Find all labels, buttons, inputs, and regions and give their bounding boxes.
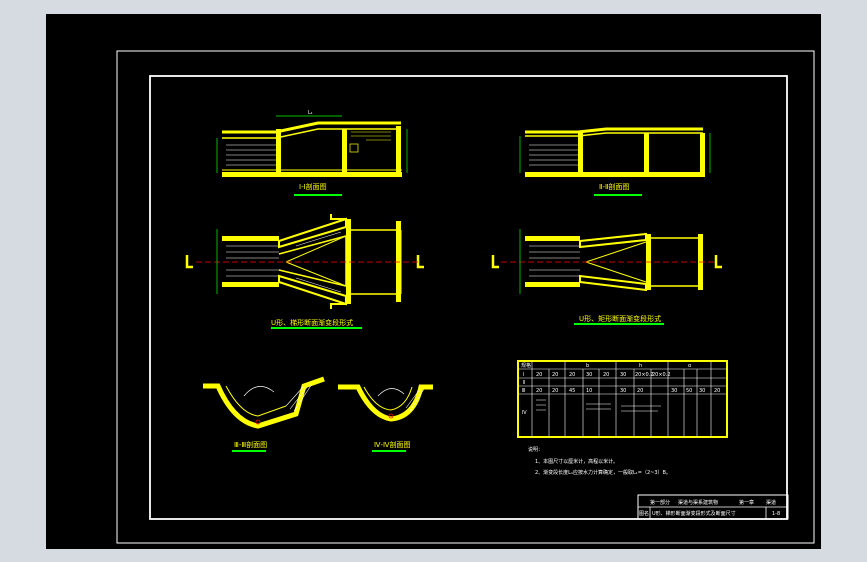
table-cell: 30 <box>586 372 592 378</box>
table-cell: 20 <box>552 372 558 378</box>
title-row1-d: 渠道 <box>766 499 776 506</box>
section-2-title: Ⅱ-Ⅱ剖面图 <box>599 182 629 191</box>
section-1-1-view: L₁ Ⅰ-Ⅰ剖面图 <box>216 110 408 196</box>
table-cell: 20 <box>714 388 720 394</box>
table-header-2: h <box>639 363 642 369</box>
table-header-3: α <box>688 363 692 369</box>
table-cell: 45 <box>569 388 575 394</box>
inner-frame <box>149 75 788 520</box>
table-cell: 20×0.2 <box>652 372 671 378</box>
table-row-label: Ⅲ <box>522 388 525 394</box>
title-row1-c: 第一章 <box>739 499 754 506</box>
cad-viewport[interactable]: L₁ Ⅰ-Ⅰ剖面图 Ⅱ-Ⅱ剖面图 U形、梯形断面渐变段形式 U形、矩形断面渐变段… <box>46 14 821 549</box>
outer-frame <box>116 50 815 544</box>
title-row1-a: 第一部分 <box>650 499 670 506</box>
table-row-label: Ⅱ <box>523 380 525 386</box>
notes-heading: 说明： <box>528 446 543 453</box>
title-row2-c: 1-8 <box>772 511 780 517</box>
table-cell: 30 <box>620 388 626 394</box>
table-cell: 20 <box>536 372 542 378</box>
title-row1-b: 渠道与渠系建筑物 <box>678 499 718 506</box>
table-cell: 20 <box>637 388 643 394</box>
section-1-title: Ⅰ-Ⅰ剖面图 <box>299 182 327 191</box>
section-2-2-view: Ⅱ-Ⅱ剖面图 <box>519 127 711 196</box>
title-block: 第一部分 渠道与渠系建筑物 第一章 渠道 图名 U形、梯形断面渐变段形式及断面尺… <box>637 494 789 520</box>
table-cell: 30 <box>671 388 677 394</box>
title-row2-a: 图名 <box>639 510 649 517</box>
table-cell: 20 <box>569 372 575 378</box>
table-header-1: b <box>586 363 589 369</box>
table-cell: 30 <box>699 388 705 394</box>
table-cell: 20 <box>552 388 558 394</box>
plan-1-view: U形、梯形断面渐变段形式 <box>185 214 424 329</box>
plan-2-view: U形、矩形断面渐变段形式 <box>491 229 722 325</box>
table-cell: 20 <box>603 372 609 378</box>
table-row-label: Ⅰ <box>523 372 524 378</box>
section-4-4-view: Ⅳ-Ⅳ剖面图 <box>338 384 433 452</box>
plan-2-title: U形、矩形断面渐变段形式 <box>579 314 661 323</box>
section-1-dim-top: L₁ <box>308 110 313 116</box>
dimension-table: 规格 b h α Ⅰ Ⅱ Ⅲ Ⅳ 20 20 20 30 20 30 20×0.… <box>517 360 728 438</box>
table-row-label: Ⅳ <box>522 410 527 416</box>
notes-line-1: 1、本图尺寸以厘米计，高程以米计。 <box>535 458 618 465</box>
table-cell: 30 <box>620 372 626 378</box>
table-cell: 10 <box>586 388 592 394</box>
section-3-title: Ⅲ-Ⅲ剖面图 <box>234 440 267 449</box>
table-header-0: 规格 <box>521 362 531 369</box>
section-3-3-view: Ⅲ-Ⅲ剖面图 <box>203 376 325 452</box>
section-4-title: Ⅳ-Ⅳ剖面图 <box>374 440 410 449</box>
title-row2-b: U形、梯形断面渐变段形式及断面尺寸 <box>652 510 736 517</box>
notes-line-2: 2、渐变段长度L₁应按水力计算确定，一般取L₁=（2~3）B。 <box>535 469 671 476</box>
table-cell: 20 <box>536 388 542 394</box>
table-cell: 20×0.2 <box>635 372 654 378</box>
table-cell: 50 <box>686 388 692 394</box>
notes: 说明： 1、本图尺寸以厘米计，高程以米计。 2、渐变段长度L₁应按水力计算确定，… <box>528 446 671 476</box>
plan-1-title: U形、梯形断面渐变段形式 <box>271 318 353 327</box>
